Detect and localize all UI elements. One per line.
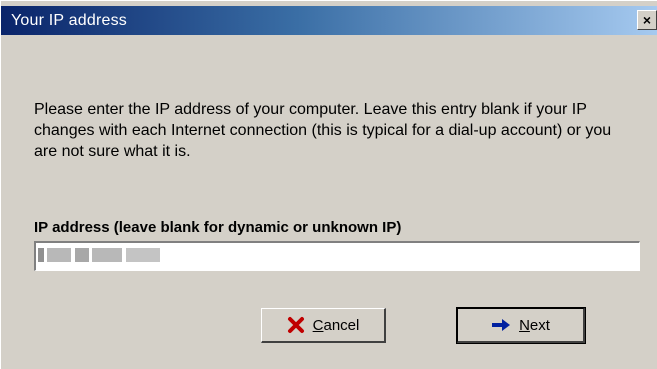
close-button[interactable]: ×	[637, 10, 657, 30]
cancel-icon	[287, 316, 305, 334]
arrow-right-icon	[491, 318, 511, 332]
title-bar[interactable]: Your IP address ×	[1, 6, 657, 35]
next-button[interactable]: Next	[456, 307, 586, 344]
next-label: Next	[519, 316, 550, 334]
ip-address-label: IP address (leave blank for dynamic or u…	[34, 219, 402, 236]
close-icon: ×	[642, 12, 652, 28]
instructions-text: Please enter the IP address of your comp…	[34, 101, 612, 160]
window-title: Your IP address	[11, 12, 127, 29]
ip-address-input[interactable]	[34, 241, 640, 271]
ip-address-dialog: Your IP address × Please enter the IP ad…	[0, 0, 657, 369]
cancel-button[interactable]: Cancel	[261, 308, 386, 343]
cancel-label: Cancel	[312, 316, 360, 334]
